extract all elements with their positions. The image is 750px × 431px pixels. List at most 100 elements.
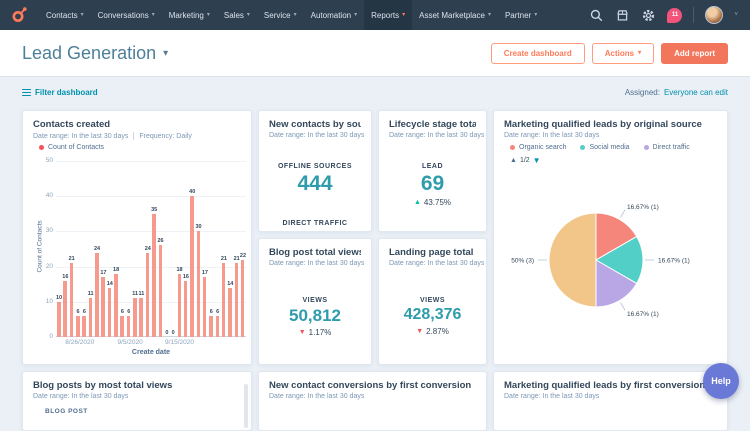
legend-item-social-media[interactable]: Social media: [580, 144, 629, 151]
add-report-button[interactable]: Add report: [661, 43, 728, 64]
bar[interactable]: [159, 245, 163, 337]
pie-slice[interactable]: [549, 213, 596, 307]
widget-mql-by-original-source: Marketing qualified leads by original so…: [493, 110, 728, 365]
filter-bar: Filter dashboard Assigned:Everyone can e…: [22, 88, 728, 97]
bar-slot: 6: [127, 161, 131, 337]
everyone-can-edit-link[interactable]: Everyone can edit: [664, 88, 728, 97]
bar[interactable]: [101, 277, 105, 337]
settings-gear-icon[interactable]: [641, 8, 656, 23]
bar[interactable]: [178, 274, 182, 337]
y-tick-label: 30: [46, 227, 53, 234]
help-button[interactable]: Help: [703, 363, 739, 399]
bar[interactable]: [95, 253, 99, 337]
nav-item-asset-marketplace[interactable]: Asset Marketplace▾: [412, 0, 498, 30]
widget-title[interactable]: Landing page total vie...: [389, 247, 476, 258]
legend-item-organic-search[interactable]: Organic search: [510, 144, 566, 151]
bar[interactable]: [146, 253, 150, 337]
bar[interactable]: [235, 263, 239, 337]
bar-value-label: 6: [77, 309, 80, 315]
widget-new-contact-conversions: New contact conversions by first convers…: [258, 371, 487, 431]
widget-title[interactable]: New contact conversions by first convers…: [269, 380, 476, 391]
nav-item-label: Sales: [224, 11, 244, 20]
bar[interactable]: [120, 316, 124, 337]
nav-item-marketing[interactable]: Marketing▾: [162, 0, 217, 30]
bar[interactable]: [76, 316, 80, 337]
y-tick-label: 50: [46, 157, 53, 164]
bar-value-label: 16: [183, 274, 189, 280]
metric-value: 444: [297, 173, 332, 194]
widget-title[interactable]: Marketing qualified leads by first conve…: [504, 380, 717, 391]
bar[interactable]: [127, 316, 131, 337]
bar-slot: 16: [184, 161, 188, 337]
bar[interactable]: [222, 263, 226, 337]
widget-title[interactable]: Contacts created: [33, 119, 241, 130]
nav-item-sales[interactable]: Sales▾: [217, 0, 257, 30]
bar[interactable]: [63, 281, 67, 337]
nav-item-partner[interactable]: Partner▾: [498, 0, 544, 30]
bar[interactable]: [89, 298, 93, 337]
contacts-created-plot[interactable]: 0102030405010162166112417141866111124352…: [56, 161, 246, 337]
bar-value-label: 30: [196, 224, 202, 230]
widget-meta: Date range: In the last 30 days Frequenc…: [33, 132, 241, 140]
table-column-header: BLOG POST: [45, 408, 88, 415]
widget-meta: Date range: In the last 30 days: [269, 260, 361, 267]
nav-item-reports[interactable]: Reports▾: [364, 0, 412, 30]
dashboard-title[interactable]: Lead Generation: [22, 43, 156, 64]
nav-item-service[interactable]: Service▾: [257, 0, 304, 30]
mql-pie-svg[interactable]: 16.67% (1)16.67% (1)16.67% (1)50% (3): [504, 167, 719, 337]
widget-mql-by-first-conversion: Marketing qualified leads by first conve…: [493, 371, 728, 431]
bar[interactable]: [184, 281, 188, 337]
bar[interactable]: [209, 316, 213, 337]
chart-legend[interactable]: Count of Contacts: [39, 144, 104, 151]
bar[interactable]: [203, 277, 207, 337]
page-header: Lead Generation ▾ Create dashboard Actio…: [0, 30, 750, 77]
marketplace-icon[interactable]: [615, 8, 630, 23]
chevron-down-icon[interactable]: ˅: [734, 12, 738, 18]
y-tick-label: 0: [49, 333, 53, 340]
search-icon[interactable]: [589, 8, 604, 23]
nav-item-conversations[interactable]: Conversations▾: [91, 0, 162, 30]
bar[interactable]: [190, 196, 194, 337]
bar[interactable]: [152, 214, 156, 337]
chevron-down-icon: ▾: [638, 50, 641, 56]
scrollbar[interactable]: [244, 384, 248, 428]
bar[interactable]: [241, 260, 245, 337]
bar[interactable]: [108, 288, 112, 337]
hubspot-logo-icon[interactable]: [10, 6, 29, 24]
bar-value-label: 21: [221, 256, 227, 262]
widget-title[interactable]: Blog posts by most total views: [33, 380, 241, 391]
pie-slice-label: 16.67% (1): [627, 311, 659, 318]
legend-prev-icon[interactable]: ▲: [510, 157, 517, 164]
bar[interactable]: [197, 231, 201, 337]
metric-delta: ▼ 1.17%: [299, 328, 332, 337]
bar[interactable]: [139, 298, 143, 337]
create-dashboard-button[interactable]: Create dashboard: [491, 43, 585, 64]
widget-title[interactable]: Marketing qualified leads by original so…: [504, 119, 717, 130]
bar[interactable]: [70, 263, 74, 337]
nav-item-contacts[interactable]: Contacts▾: [39, 0, 91, 30]
widget-title[interactable]: Blog post total views a...: [269, 247, 361, 258]
bar[interactable]: [82, 316, 86, 337]
user-avatar[interactable]: [705, 6, 723, 24]
metric-block: LEAD 69 ▲ 43.75%: [379, 163, 486, 207]
widget-title[interactable]: Lifecycle stage totals: [389, 119, 476, 130]
bar[interactable]: [114, 274, 118, 337]
metric-value: 428,376: [404, 307, 462, 323]
bar[interactable]: [228, 288, 232, 337]
bar-value-label: 17: [202, 270, 208, 276]
bar[interactable]: [133, 298, 137, 337]
notifications-icon[interactable]: 11: [667, 8, 682, 23]
filter-dashboard-link[interactable]: Filter dashboard: [22, 88, 98, 97]
widget-title[interactable]: New contacts by source: [269, 119, 361, 130]
dashboard-title-chevron-icon[interactable]: ▾: [163, 48, 168, 59]
widget-meta: Date range: In the last 30 days: [269, 132, 361, 139]
nav-item-automation[interactable]: Automation▾: [304, 0, 364, 30]
legend-next-icon[interactable]: ▼: [533, 156, 541, 165]
metric-value: 50,812: [289, 307, 341, 324]
bar[interactable]: [216, 316, 220, 337]
legend-item-direct-traffic[interactable]: Direct traffic: [644, 144, 690, 151]
bar[interactable]: [57, 302, 61, 337]
y-tick-label: 10: [46, 298, 53, 305]
actions-button[interactable]: Actions▾: [592, 43, 654, 64]
filter-icon: [22, 89, 31, 97]
